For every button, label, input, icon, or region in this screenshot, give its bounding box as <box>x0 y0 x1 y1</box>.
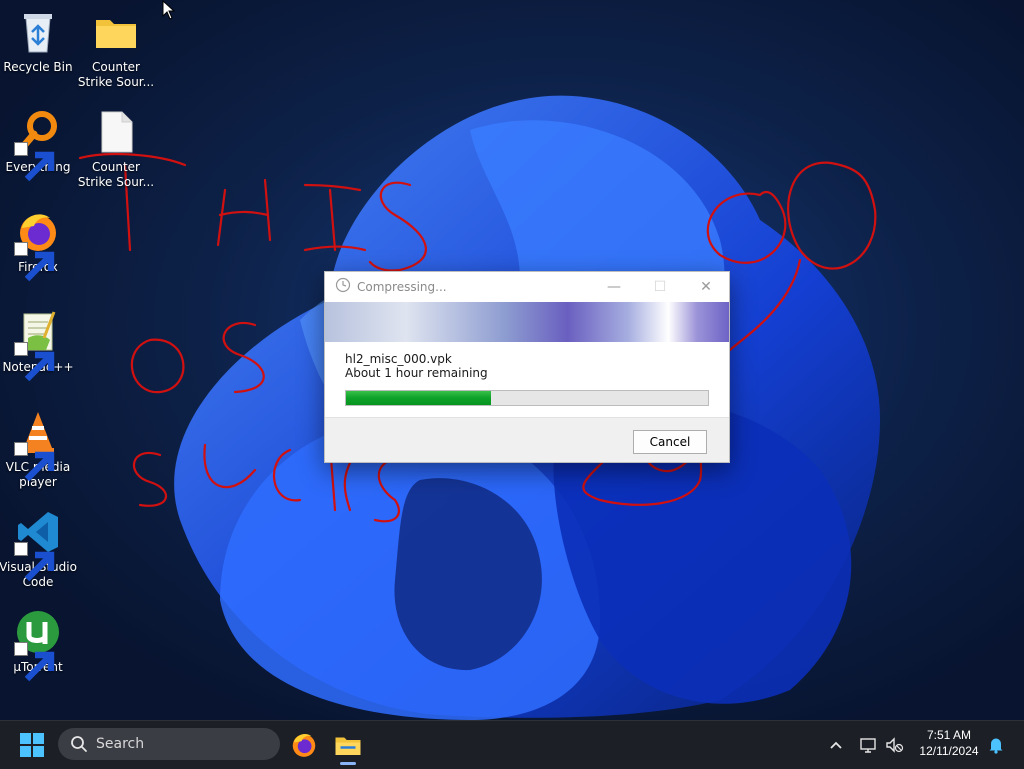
utorrent-icon <box>14 608 62 682</box>
mouse-cursor-icon <box>162 0 176 24</box>
recycle-bin-icon <box>14 8 62 56</box>
taskbar-file-explorer-button[interactable] <box>333 730 363 765</box>
desktop-icon-recycle-bin[interactable]: Recycle Bin <box>0 8 78 75</box>
desktop-icon-everything[interactable]: Everything <box>0 108 78 182</box>
firefox-icon <box>292 733 316 757</box>
dialog-title: Compressing... <box>357 280 447 294</box>
cancel-button[interactable]: Cancel <box>633 430 707 454</box>
desktop-icon-label: Counter Strike Sour... <box>77 60 155 89</box>
taskbar-clock[interactable]: 7:51 AM 12/11/2024 <box>914 727 984 759</box>
notification-bell-icon[interactable] <box>986 735 1006 755</box>
desktop-icon-label: Recycle Bin <box>3 60 73 74</box>
desktop-icon-label: Counter Strike Sour... <box>77 160 155 189</box>
time-remaining-label: About 1 hour remaining <box>345 366 488 380</box>
dialog-footer: Cancel <box>325 417 729 462</box>
desktop-icon-vscode[interactable]: Visual Studio Code <box>0 508 78 590</box>
progress-bar-fill <box>346 391 491 405</box>
everything-search-icon <box>14 108 62 182</box>
start-button[interactable] <box>20 733 44 757</box>
search-icon <box>71 736 87 752</box>
minimize-button[interactable]: — <box>591 272 637 302</box>
taskbar-firefox-button[interactable] <box>289 730 319 760</box>
shortcut-arrow-icon <box>14 142 55 182</box>
file-name-label: hl2_misc_000.vpk <box>345 352 452 366</box>
clock-icon <box>335 277 351 297</box>
clock-date: 12/11/2024 <box>919 744 979 758</box>
firefox-icon <box>14 208 62 282</box>
notepad-plus-plus-icon <box>14 308 62 382</box>
vscode-icon <box>14 508 62 582</box>
search-label: Search <box>96 736 145 752</box>
volume-muted-icon[interactable] <box>884 735 904 755</box>
taskbar-search-box[interactable]: Search <box>58 728 280 760</box>
folder-icon <box>92 8 140 56</box>
desktop-icon-counter-strike-folder[interactable]: Counter Strike Sour... <box>76 8 156 90</box>
file-explorer-icon <box>335 737 361 755</box>
active-app-indicator <box>340 762 356 765</box>
close-button[interactable]: ✕ <box>683 272 729 302</box>
progress-bar <box>345 390 709 406</box>
dialog-banner <box>325 302 729 342</box>
desktop-icon-utorrent[interactable]: µTorrent <box>0 608 78 682</box>
maximize-button[interactable]: ☐ <box>637 272 683 302</box>
dialog-titlebar[interactable]: Compressing... — ☐ ✕ <box>325 272 729 302</box>
shortcut-arrow-icon <box>14 642 55 682</box>
compressing-dialog: Compressing... — ☐ ✕ hl2_misc_000.vpk Ab… <box>324 271 730 463</box>
desktop-icon-counter-strike-file[interactable]: Counter Strike Sour... <box>76 108 156 190</box>
shortcut-arrow-icon <box>14 242 55 282</box>
desktop-icon-notepad-plus-plus[interactable]: Notepad++ <box>0 308 78 382</box>
shortcut-arrow-icon <box>14 542 55 582</box>
taskbar: Search 7:51 AM 12/11/2024 <box>0 720 1024 769</box>
clock-time: 7:51 AM <box>926 728 972 742</box>
vlc-icon <box>14 408 62 482</box>
windows-logo-icon <box>20 733 44 757</box>
desktop-icon-firefox[interactable]: Firefox <box>0 208 78 282</box>
shortcut-arrow-icon <box>14 342 55 382</box>
shortcut-arrow-icon <box>14 442 55 482</box>
desktop-icon-vlc[interactable]: VLC media player <box>0 408 78 490</box>
chevron-up-icon[interactable] <box>826 735 846 755</box>
file-icon <box>92 108 140 156</box>
network-icon[interactable] <box>858 735 878 755</box>
